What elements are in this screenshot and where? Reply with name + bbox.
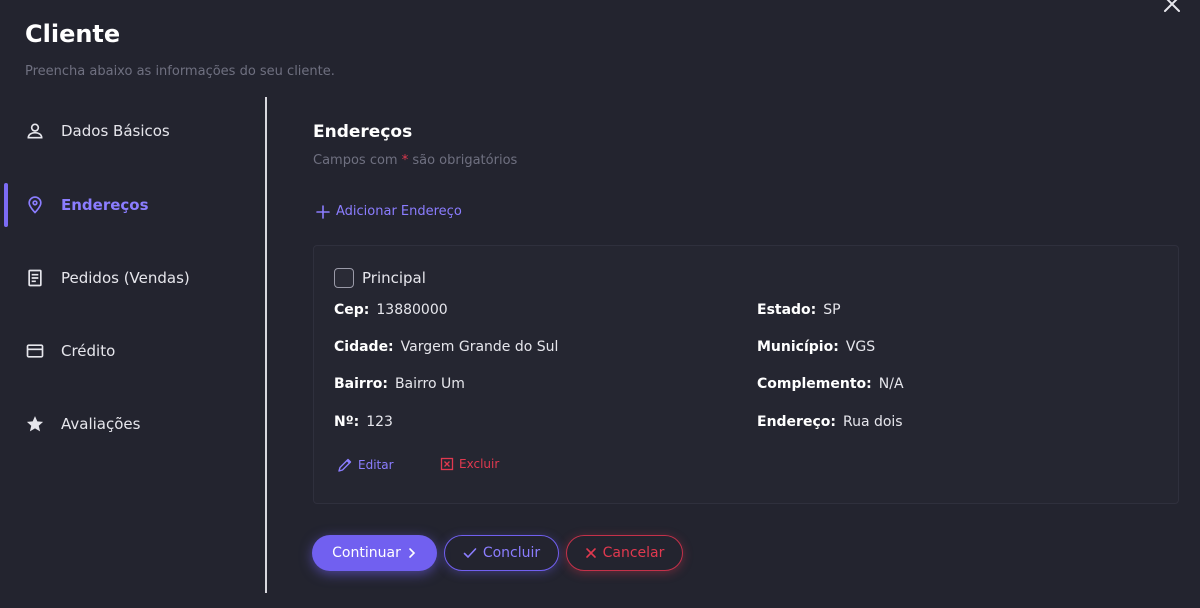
- principal-checkbox[interactable]: [334, 268, 354, 288]
- sidebar-divider: [265, 97, 267, 593]
- receipt-icon: [24, 267, 46, 289]
- field-value: 13880000: [376, 302, 448, 318]
- location-pin-icon: [24, 194, 46, 216]
- page-subtitle: Preencha abaixo as informações do seu cl…: [25, 64, 335, 79]
- section-title: Endereços: [313, 122, 413, 142]
- field-label: Nº:: [334, 414, 360, 430]
- sidebar-item-avaliacoes[interactable]: Avaliações: [0, 402, 260, 446]
- sidebar-item-credito[interactable]: Crédito: [0, 329, 260, 373]
- field-value: Vargem Grande do Sul: [400, 339, 559, 355]
- x-icon: [585, 548, 596, 558]
- sidebar-item-enderecos[interactable]: Endereços: [0, 183, 260, 227]
- plus-icon: [316, 204, 330, 219]
- field-value: Rua dois: [842, 414, 903, 430]
- continue-label: Continuar: [332, 545, 401, 561]
- credit-card-icon: [24, 340, 46, 362]
- principal-checkbox-row: Principal: [334, 268, 426, 288]
- sidebar-item-label: Endereços: [61, 196, 149, 214]
- field-estado: Estado: SP: [757, 302, 841, 318]
- sidebar-item-label: Crédito: [61, 342, 116, 360]
- cancel-label: Cancelar: [602, 545, 665, 561]
- star-icon: [24, 413, 46, 435]
- delete-address-button[interactable]: Excluir: [440, 457, 499, 471]
- add-address-label: Adicionar Endereço: [336, 204, 462, 219]
- delete-label: Excluir: [459, 457, 500, 471]
- check-icon: [463, 548, 477, 559]
- edit-address-button[interactable]: Editar: [337, 457, 394, 473]
- field-complemento: Complemento: N/A: [757, 376, 904, 392]
- principal-label: Principal: [362, 269, 426, 287]
- field-value: Bairro Um: [394, 376, 465, 392]
- sidebar-item-pedidos[interactable]: Pedidos (Vendas): [0, 256, 260, 300]
- field-label: Bairro:: [334, 376, 388, 392]
- field-value: VGS: [845, 339, 876, 355]
- pencil-icon: [338, 458, 352, 472]
- delete-box-icon: [440, 457, 454, 471]
- field-value: SP: [823, 302, 841, 318]
- sidebar: Dados Básicos Endereços Pedidos (Vendas)…: [0, 97, 266, 593]
- finish-label: Concluir: [482, 545, 541, 561]
- user-icon: [24, 120, 46, 142]
- required-fields-note: Campos com * são obrigatórios: [313, 153, 517, 168]
- field-numero: Nº: 123: [334, 414, 393, 430]
- sidebar-item-label: Avaliações: [61, 415, 141, 433]
- page-title: Cliente: [25, 20, 121, 48]
- field-value: 123: [366, 414, 393, 430]
- field-label: Endereço:: [757, 414, 836, 430]
- field-label: Cep:: [334, 302, 370, 318]
- sidebar-item-dados-basicos[interactable]: Dados Básicos: [0, 109, 260, 153]
- field-label: Complemento:: [757, 376, 872, 392]
- field-label: Cidade:: [334, 339, 394, 355]
- field-endereco: Endereço: Rua dois: [757, 414, 903, 430]
- cancel-button[interactable]: Cancelar: [566, 535, 683, 571]
- field-label: Estado:: [757, 302, 817, 318]
- finish-button[interactable]: Concluir: [444, 535, 559, 571]
- note-suffix: são obrigatórios: [408, 153, 518, 168]
- sidebar-item-label: Pedidos (Vendas): [61, 269, 190, 287]
- close-icon: [1164, 0, 1180, 12]
- sidebar-item-label: Dados Básicos: [61, 122, 170, 140]
- field-value: N/A: [878, 376, 904, 392]
- field-bairro: Bairro: Bairro Um: [334, 376, 465, 392]
- field-cidade: Cidade: Vargem Grande do Sul: [334, 339, 558, 355]
- close-button[interactable]: [1160, 0, 1184, 16]
- continue-button[interactable]: Continuar: [312, 535, 437, 571]
- field-municipio: Município: VGS: [757, 339, 875, 355]
- note-prefix: Campos com: [313, 153, 402, 168]
- edit-label: Editar: [358, 458, 394, 472]
- active-indicator: [4, 183, 8, 227]
- field-label: Município:: [757, 339, 839, 355]
- field-cep: Cep: 13880000: [334, 302, 448, 318]
- chevron-right-icon: [409, 548, 415, 558]
- add-address-button[interactable]: Adicionar Endereço: [316, 204, 462, 219]
